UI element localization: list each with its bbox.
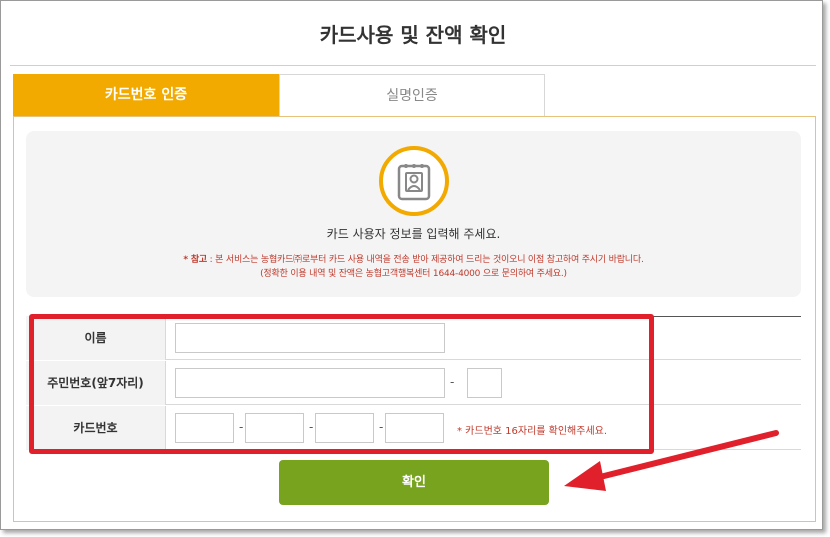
rrn-separator: - xyxy=(450,375,455,389)
form-row-name: 이름 xyxy=(26,316,801,360)
card-separator-2: - xyxy=(309,420,314,434)
confirm-button[interactable]: 확인 xyxy=(279,460,549,505)
rrn-back-input[interactable] xyxy=(467,368,502,398)
tab-card-number-auth[interactable]: 카드번호 인증 xyxy=(13,74,279,116)
card-separator-1: - xyxy=(239,420,244,434)
rrn-label: 주민번호(앞7자리) xyxy=(26,361,166,405)
title-divider xyxy=(10,65,816,66)
annotation-arrow-icon xyxy=(564,430,779,491)
name-input[interactable] xyxy=(175,323,445,353)
notice-reference-prefix: * 참고 xyxy=(183,255,207,265)
page-title: 카드사용 및 잔액 확인 xyxy=(319,23,507,47)
notice-reference: * 참고 : 본 서비스는 농협카드㈜로부터 카드 사용 내역을 전송 받아 제… xyxy=(26,252,801,265)
notice-reference-text: : 본 서비스는 농협카드㈜로부터 카드 사용 내역을 전송 받아 제공하여 드… xyxy=(206,255,644,265)
rrn-front-input[interactable] xyxy=(175,368,445,398)
card-number-part-1[interactable] xyxy=(175,413,234,443)
name-label: 이름 xyxy=(26,316,166,360)
card-number-label: 카드번호 xyxy=(26,406,166,450)
user-card-icon xyxy=(379,146,449,216)
card-separator-3: - xyxy=(379,420,384,434)
card-number-part-4[interactable] xyxy=(385,413,444,443)
card-number-part-3[interactable] xyxy=(315,413,374,443)
notice-message: 카드 사용자 정보를 입력해 주세요. xyxy=(326,227,501,241)
tab-real-name-auth[interactable]: 실명인증 xyxy=(279,74,545,116)
card-number-part-2[interactable] xyxy=(245,413,304,443)
notice-reference-contact: (정확한 이용 내역 및 잔액은 농협고객행복센터 1644-4000 으로 문… xyxy=(260,269,567,279)
form-row-rrn: 주민번호(앞7자리) - xyxy=(26,361,801,405)
notice-box: 카드 사용자 정보를 입력해 주세요. * 참고 : 본 서비스는 농협카드㈜로… xyxy=(26,131,801,297)
